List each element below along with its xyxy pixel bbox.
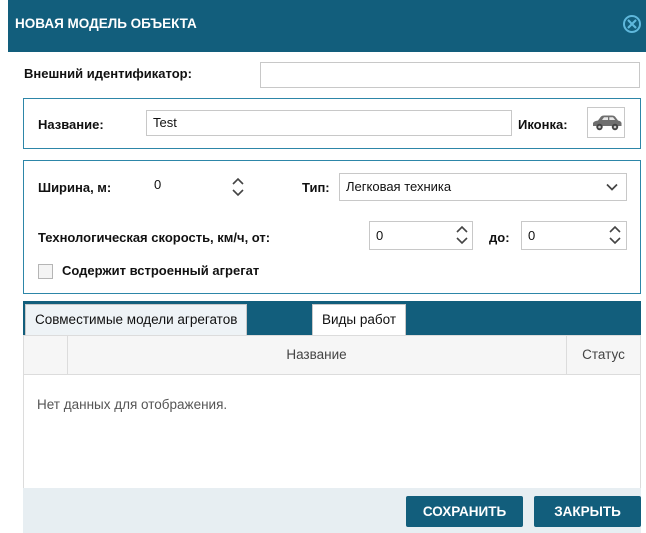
params-group: Ширина, м: 0 Тип: Легковая техника Техно… — [23, 160, 641, 294]
width-label: Ширина, м: — [38, 180, 112, 195]
speed-label: Технологическая скорость, км/ч, от: — [38, 230, 271, 245]
save-button[interactable]: СОХРАНИТЬ — [406, 496, 523, 527]
dialog-titlebar: НОВАЯ МОДЕЛЬ ОБЪЕКТА — [8, 0, 646, 52]
tab-bar: Совместимые модели агрегатов Виды работ — [23, 301, 641, 335]
width-spinner[interactable] — [231, 175, 245, 199]
close-icon[interactable] — [622, 14, 642, 34]
grid-body: Нет данных для отображения. — [23, 375, 641, 488]
tab-compatible-models[interactable]: Совместимые модели агрегатов — [25, 304, 248, 335]
tab-work-types[interactable]: Виды работ — [312, 304, 407, 335]
type-select[interactable]: Легковая техника — [339, 173, 627, 201]
grid-column-select[interactable] — [24, 336, 68, 374]
grid-column-status[interactable]: Статус — [567, 336, 640, 374]
dialog-footer: СОХРАНИТЬ ЗАКРЫТЬ — [23, 488, 641, 533]
close-button[interactable]: ЗАКРЫТЬ — [534, 496, 641, 527]
car-icon — [593, 115, 622, 131]
external-id-input[interactable] — [260, 62, 640, 88]
grid-column-name[interactable]: Название — [67, 336, 567, 374]
type-select-value: Легковая техника — [346, 179, 452, 194]
grid-header: Название Статус — [23, 335, 641, 375]
grid-empty-message: Нет данных для отображения. — [37, 397, 228, 412]
type-label: Тип: — [302, 180, 330, 195]
dialog-title: НОВАЯ МОДЕЛЬ ОБЪЕКТА — [15, 16, 197, 31]
external-id-label: Внешний идентификатор: — [24, 66, 192, 81]
speed-from-spinner[interactable] — [455, 223, 469, 247]
chevron-down-icon — [606, 183, 618, 191]
new-object-model-dialog: НОВАЯ МОДЕЛЬ ОБЪЕКТА Внешний идентификат… — [8, 0, 646, 533]
name-group: Название: Test Иконка: — [23, 98, 641, 149]
builtin-aggregate-label: Содержит встроенный агрегат — [62, 263, 260, 278]
builtin-aggregate-checkbox[interactable] — [38, 264, 53, 279]
speed-to-spinner[interactable] — [608, 223, 622, 247]
name-input[interactable]: Test — [146, 110, 512, 136]
icon-label: Иконка: — [518, 117, 568, 132]
speed-to-label: до: — [489, 230, 510, 245]
name-label: Название: — [38, 117, 104, 132]
icon-picker-button[interactable] — [587, 107, 625, 138]
